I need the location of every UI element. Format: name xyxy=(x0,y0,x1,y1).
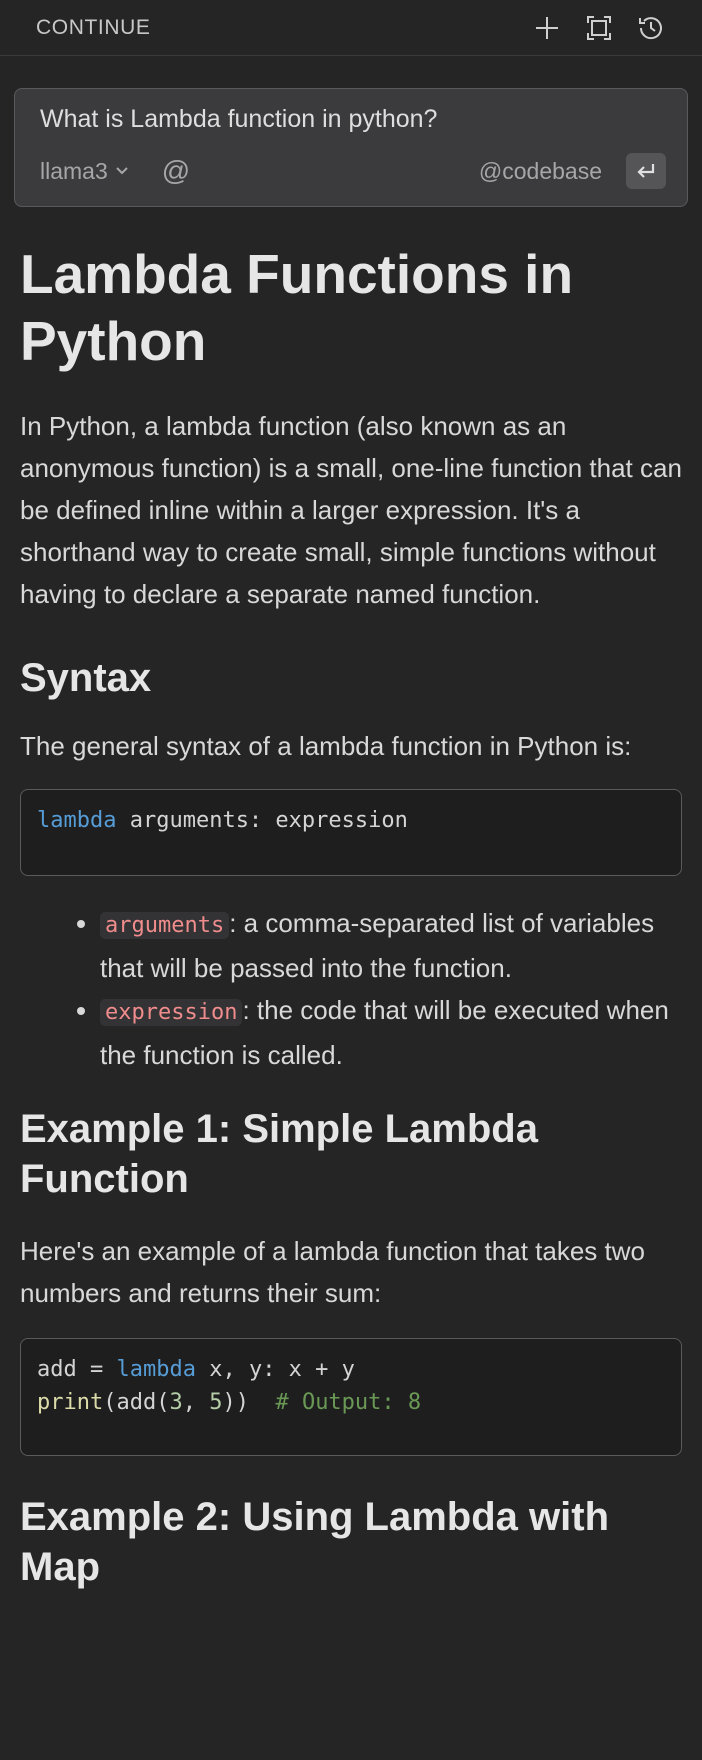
code-function: print xyxy=(37,1390,104,1415)
inline-code: arguments xyxy=(100,912,230,939)
code-comment: # Output: 8 xyxy=(275,1390,422,1415)
code-text: (add( xyxy=(103,1390,170,1415)
chevron-down-icon xyxy=(116,167,128,175)
chat-input-text[interactable]: What is Lambda function in python? xyxy=(40,105,663,143)
model-select[interactable]: llama3 xyxy=(40,158,130,185)
chat-input-box[interactable]: What is Lambda function in python? llama… xyxy=(14,88,688,207)
model-name: llama3 xyxy=(40,157,108,184)
history-icon[interactable] xyxy=(636,13,666,43)
input-toolbar-left: llama3 @ xyxy=(40,155,190,187)
code-text: , xyxy=(182,1390,210,1415)
panel-header: CONTINUE xyxy=(0,0,702,56)
code-keyword: lambda xyxy=(116,1357,196,1382)
code-number: 3 xyxy=(169,1390,183,1415)
codebase-button[interactable]: @codebase xyxy=(479,158,602,185)
intro-paragraph: In Python, a lambda function (also known… xyxy=(20,411,682,609)
code-keyword: lambda xyxy=(37,808,117,833)
example2-heading: Example 2: Using Lambda with Map xyxy=(20,1495,610,1589)
list-item: expression: the code that will be execut… xyxy=(100,989,682,1076)
code-number: 5 xyxy=(209,1390,223,1415)
inline-code: expression xyxy=(100,999,243,1026)
code-text: arguments: expression xyxy=(116,808,408,833)
input-toolbar: llama3 @ @codebase xyxy=(40,153,666,189)
at-mention-icon[interactable]: @ xyxy=(162,155,190,187)
code-text: x, y: x + y xyxy=(195,1357,355,1382)
code-text: add = xyxy=(37,1357,117,1382)
panel-title: CONTINUE xyxy=(36,15,151,39)
syntax-paragraph: The general syntax of a lambda function … xyxy=(20,731,632,761)
syntax-bullet-list: arguments: a comma-separated list of var… xyxy=(20,902,682,1076)
submit-button[interactable] xyxy=(626,153,666,189)
example1-heading: Example 1: Simple Lambda Function xyxy=(20,1107,538,1201)
example1-paragraph: Here's an example of a lambda function t… xyxy=(20,1236,645,1308)
example1-code-block[interactable]: add = lambda x, y: x + y print(add(3, 5)… xyxy=(20,1338,682,1456)
input-toolbar-right: @codebase xyxy=(479,153,666,189)
header-actions xyxy=(532,13,666,43)
article-title: Lambda Functions in Python xyxy=(20,243,574,372)
response-content: Lambda Functions in Python In Python, a … xyxy=(0,241,702,1592)
plus-icon[interactable] xyxy=(532,13,562,43)
fullscreen-icon[interactable] xyxy=(584,13,614,43)
syntax-heading: Syntax xyxy=(20,656,152,700)
list-item: arguments: a comma-separated list of var… xyxy=(100,902,682,989)
code-text: )) xyxy=(222,1390,276,1415)
enter-icon xyxy=(637,164,655,178)
syntax-code-block[interactable]: lambda arguments: expression xyxy=(20,789,682,876)
